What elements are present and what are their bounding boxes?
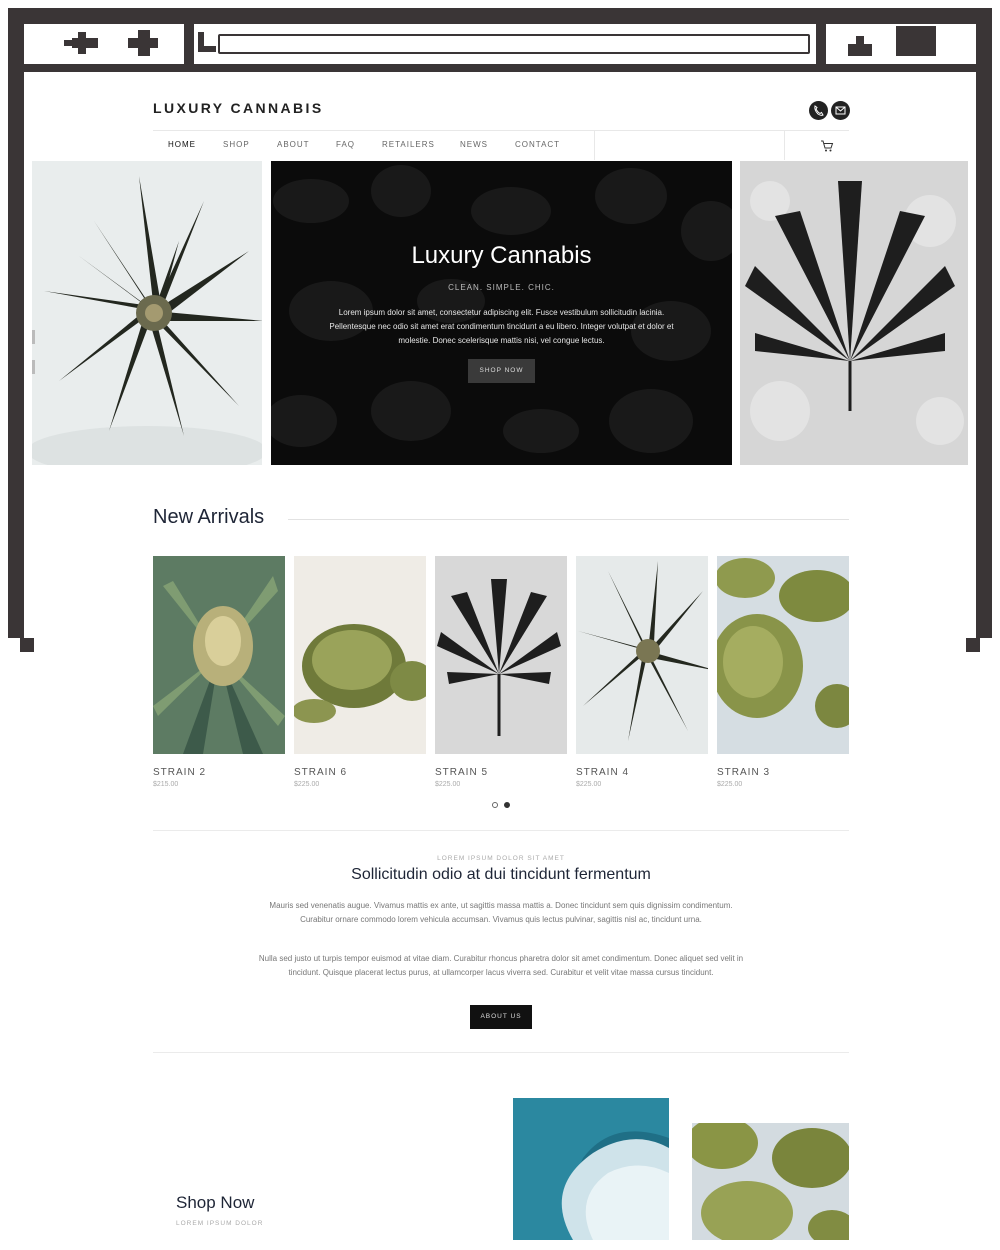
hero-prev-arrow-icon-2[interactable] — [32, 360, 35, 374]
product-name[interactable]: STRAIN 5 — [435, 767, 488, 778]
about-paragraph-2: Nulla sed justo ut turpis tempor euismod… — [258, 954, 744, 977]
hero-slide-next-image[interactable] — [740, 161, 968, 465]
shop-now-subtitle: LOREM IPSUM DOLOR — [176, 1220, 264, 1227]
carousel-dot-2[interactable] — [504, 802, 510, 808]
about-eyebrow: LOREM IPSUM DOLOR SIT AMET — [437, 855, 565, 862]
product-name[interactable]: STRAIN 3 — [717, 767, 770, 778]
nav-contact[interactable]: CONTACT — [515, 140, 560, 149]
product-image-strain-5[interactable] — [435, 556, 567, 754]
hero-subtitle: CLEAN. SIMPLE. CHIC. — [448, 283, 555, 292]
section-divider-line — [288, 519, 849, 520]
shop-now-title: Shop Now — [176, 1193, 255, 1212]
nav-faq[interactable]: FAQ — [336, 140, 355, 149]
browser-frame-left — [8, 8, 24, 638]
nav-home[interactable]: HOME — [168, 140, 196, 149]
product-name[interactable]: STRAIN 4 — [576, 767, 629, 778]
toolbar-divider-right — [816, 24, 826, 64]
section-divider-2 — [153, 1052, 849, 1053]
hero-slide-prev-image[interactable] — [32, 161, 262, 465]
new-arrivals-title: New Arrivals — [153, 506, 265, 528]
download-icon[interactable] — [848, 36, 872, 56]
nav-divider — [594, 130, 595, 160]
product-price: $225.00 — [294, 781, 320, 788]
browser-frame-corner-right — [966, 638, 980, 652]
product-price: $225.00 — [717, 781, 743, 788]
hero-title: Luxury Cannabis — [411, 242, 592, 269]
product-image-strain-4[interactable] — [576, 556, 708, 754]
forward-arrow-icon[interactable] — [128, 30, 162, 56]
product-price: $225.00 — [576, 781, 602, 788]
product-image-strain-2[interactable] — [153, 556, 285, 754]
nav-retailers[interactable]: RETAILERS — [382, 140, 435, 149]
nav-shop[interactable]: SHOP — [223, 140, 250, 149]
section-divider — [153, 830, 849, 831]
toolbar-divider — [184, 24, 194, 64]
cart-icon[interactable] — [820, 139, 834, 152]
phone-icon[interactable] — [809, 101, 828, 120]
back-arrow-icon[interactable] — [64, 32, 104, 54]
wave-image[interactable] — [513, 1098, 669, 1240]
nav-divider-cart — [784, 130, 785, 160]
product-name[interactable]: STRAIN 2 — [153, 767, 206, 778]
about-paragraph-1: Mauris sed venenatis augue. Vivamus matt… — [269, 901, 733, 924]
product-image-strain-6[interactable] — [294, 556, 426, 754]
buds-image[interactable] — [692, 1123, 849, 1240]
about-us-button[interactable]: ABOUT US — [470, 1005, 532, 1029]
menu-icon[interactable] — [896, 26, 936, 56]
mail-icon[interactable] — [831, 101, 850, 120]
nav-about[interactable]: ABOUT — [277, 140, 310, 149]
main-nav — [153, 130, 849, 160]
product-price: $215.00 — [153, 781, 179, 788]
site-logo[interactable]: LUXURY CANNABIS — [153, 100, 324, 116]
hero-text: Lorem ipsum dolor sit amet, consectetur … — [329, 308, 674, 345]
shop-now-button[interactable]: SHOP NOW — [468, 359, 535, 383]
address-bar[interactable] — [218, 34, 810, 54]
carousel-dot-1[interactable] — [492, 802, 498, 808]
reload-icon[interactable] — [198, 32, 216, 54]
nav-news[interactable]: NEWS — [460, 140, 488, 149]
product-image-strain-3[interactable] — [717, 556, 849, 754]
browser-frame-corner-left — [20, 638, 34, 652]
about-title: Sollicitudin odio at dui tincidunt ferme… — [351, 866, 651, 883]
browser-frame-right — [976, 8, 992, 638]
product-price: $225.00 — [435, 781, 461, 788]
hero-prev-arrow-icon[interactable] — [32, 330, 35, 344]
product-name[interactable]: STRAIN 6 — [294, 767, 347, 778]
